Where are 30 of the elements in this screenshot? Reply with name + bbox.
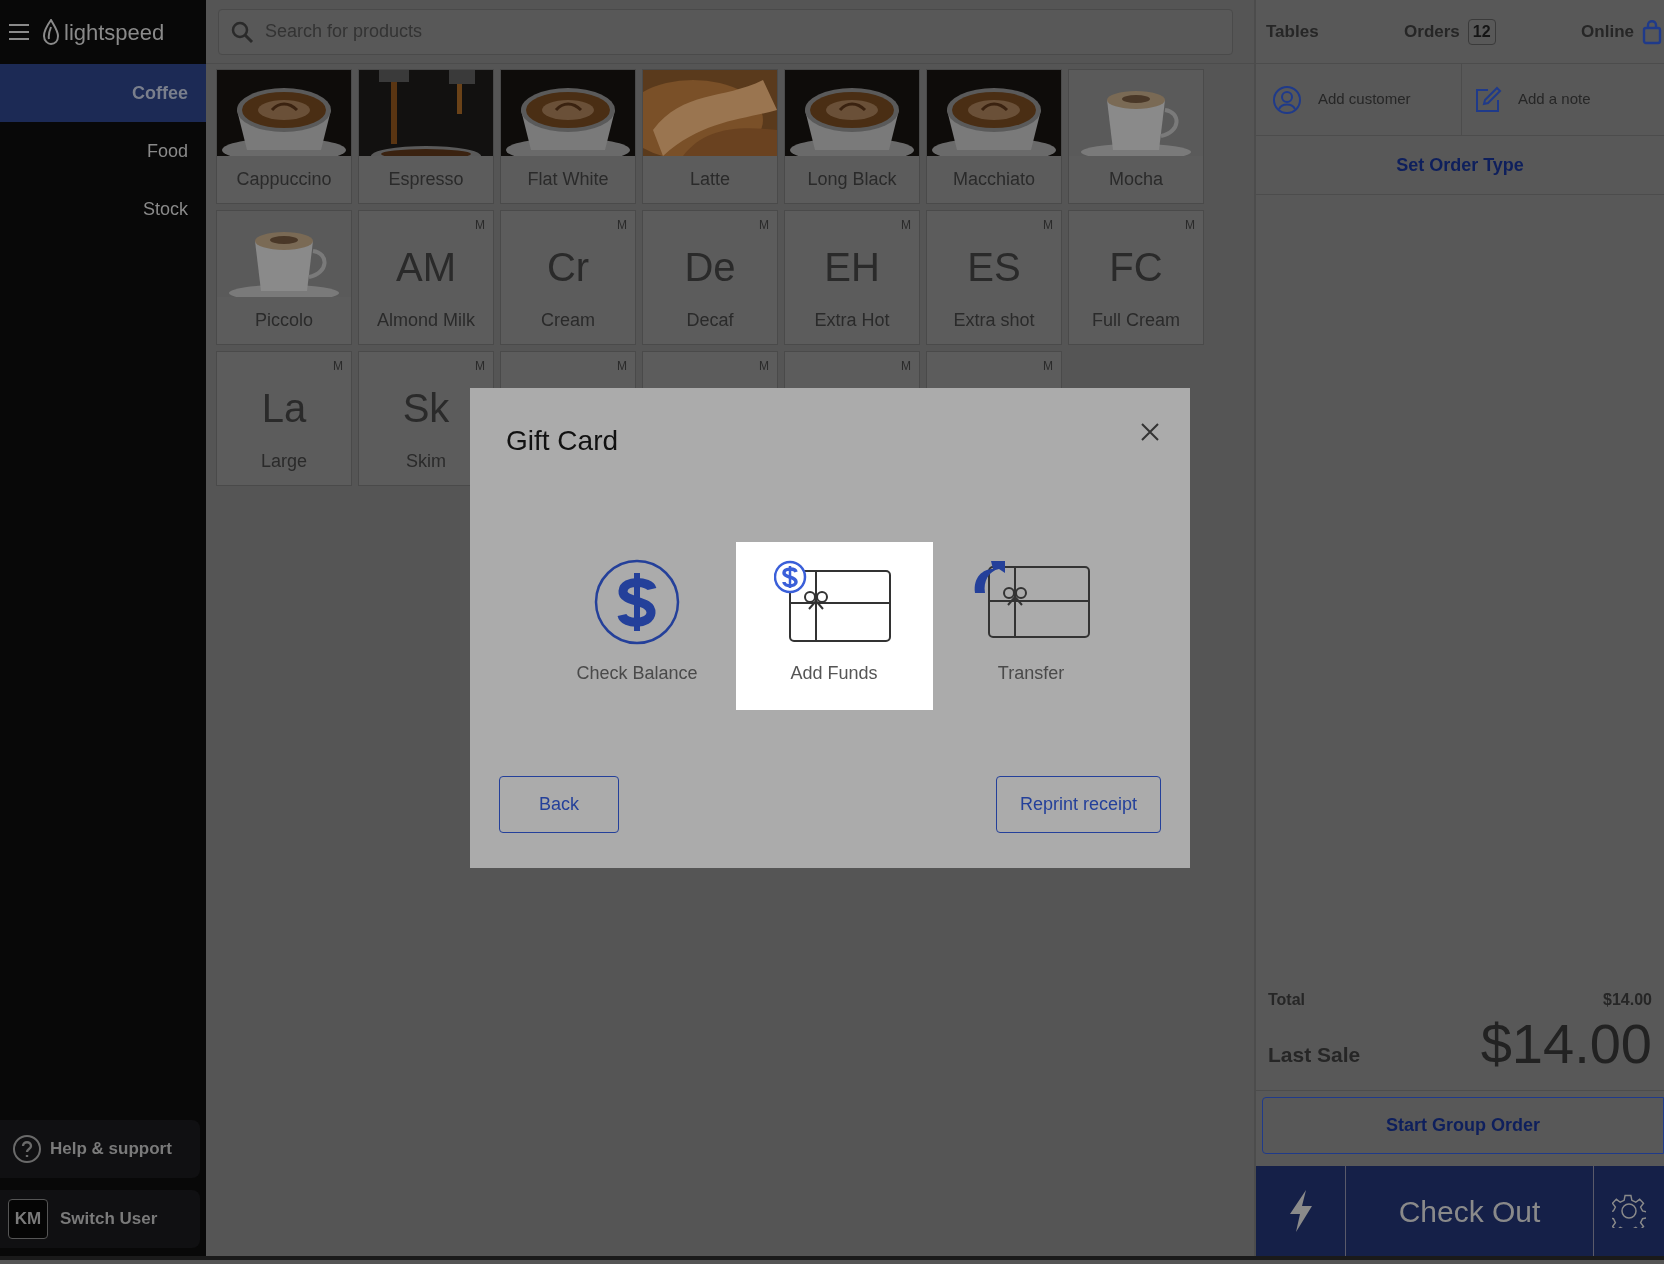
- person-icon: [1272, 84, 1302, 115]
- flame-logo-icon: [42, 19, 60, 45]
- reprint-receipt-button[interactable]: Reprint receipt: [996, 776, 1161, 833]
- category-item[interactable]: Coffee: [0, 64, 206, 122]
- dialog-title: Gift Card: [506, 424, 619, 458]
- help-support-button[interactable]: Help & support: [0, 1120, 200, 1178]
- help-icon: [12, 1134, 42, 1164]
- edit-icon: [1474, 85, 1502, 114]
- settings-icon: [1612, 1194, 1646, 1228]
- search-icon: [230, 19, 254, 44]
- back-button[interactable]: Back: [499, 776, 619, 833]
- menu-icon[interactable]: [8, 23, 30, 41]
- switch-user-button[interactable]: KM Switch User: [0, 1190, 200, 1248]
- bag-icon: [1642, 18, 1662, 45]
- category-item[interactable]: Food: [0, 122, 206, 180]
- start-group-order-button[interactable]: Start Group Order: [1262, 1097, 1664, 1154]
- option-label: Check Balance: [576, 662, 698, 685]
- gift-card-option[interactable]: Check Balance: [538, 542, 736, 710]
- close-icon[interactable]: [1140, 422, 1160, 442]
- dollar-circle-icon: [594, 559, 680, 645]
- option-label: Transfer: [997, 662, 1065, 685]
- gift-card-option[interactable]: Add Funds: [735, 542, 933, 710]
- lightning-icon: [1287, 1190, 1314, 1232]
- gift-card-option[interactable]: Transfer: [932, 542, 1130, 710]
- brand-name: lightspeed: [64, 18, 165, 47]
- user-avatar: KM: [8, 1199, 48, 1239]
- count-badge: 12: [1467, 18, 1496, 45]
- category-item[interactable]: Stock: [0, 180, 206, 238]
- option-label: Add Funds: [790, 662, 878, 685]
- set-order-type-button[interactable]: Set Order Type: [1256, 136, 1664, 195]
